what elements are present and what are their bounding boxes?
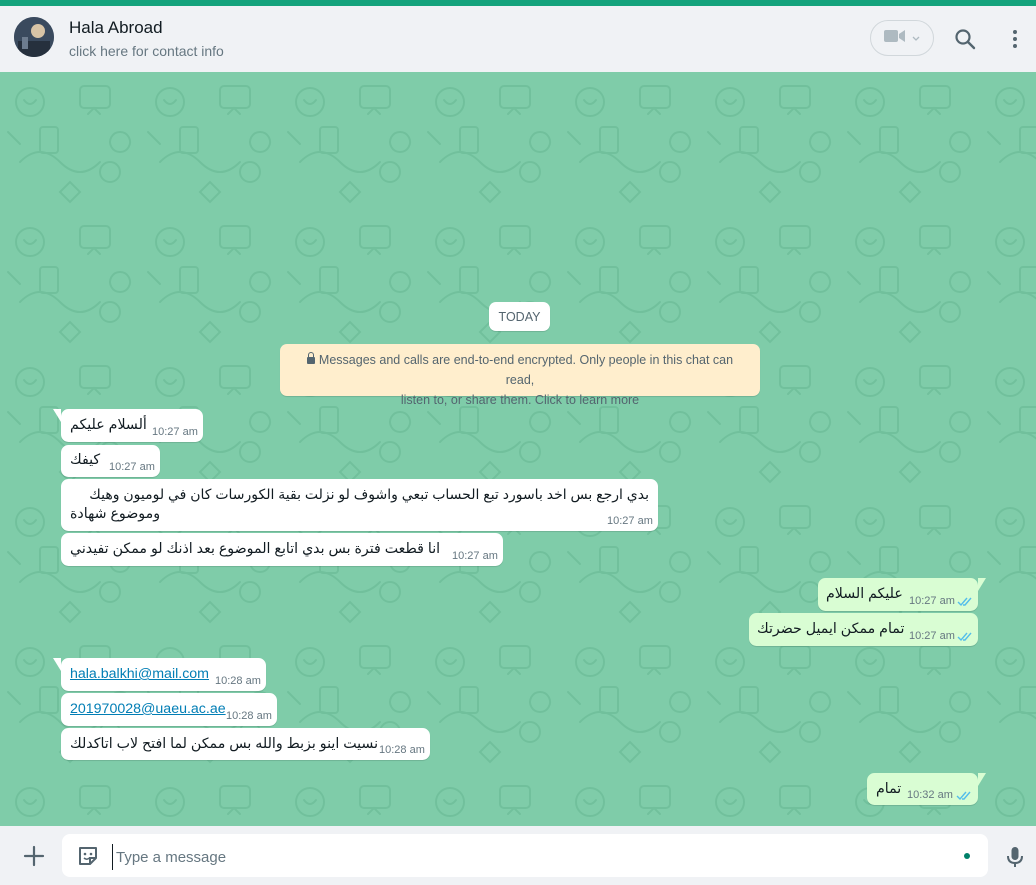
message-text: تمام ممكن ايميل حضرتك (757, 621, 905, 637)
incoming-message[interactable]: hala.balkhi@mail.com 10:28 am (53, 658, 266, 691)
message-time: 10:27 am (152, 426, 198, 438)
incoming-message[interactable]: كيفك 10:27 am (61, 445, 160, 477)
message-time: 10:32 am (907, 789, 953, 801)
bubble-tail (53, 658, 61, 671)
encryption-note-line1: Messages and calls are end-to-end encryp… (318, 353, 734, 387)
message-text: نسيت اينو بزبط والله بس ممكن لما افتح لا… (70, 736, 379, 752)
outgoing-message[interactable]: تمام ممكن ايميل حضرتك 10:27 am (749, 613, 978, 646)
read-receipt-icon (957, 597, 972, 607)
message-text: ألسلام عليكم (70, 417, 147, 433)
contact-name[interactable]: Hala Abroad (69, 18, 163, 38)
message-time: 10:28 am (215, 675, 261, 687)
message-text: انا قطعت فترة بس بدي اتابع الموضوع بعد ا… (70, 541, 441, 557)
email-link[interactable]: hala.balkhi@mail.com (70, 666, 209, 682)
encryption-notice[interactable]: Messages and calls are end-to-end encryp… (280, 344, 760, 407)
outgoing-message[interactable]: عليكم السلام 10:27 am (818, 578, 986, 611)
message-input[interactable] (112, 844, 958, 870)
read-receipt-icon (956, 791, 971, 801)
message-time: 10:27 am (909, 595, 955, 607)
message-time: 10:28 am (379, 744, 425, 756)
composer-bar (0, 826, 1036, 885)
status-dot (964, 853, 970, 859)
email-link[interactable]: 201970028@uaeu.ac.ae (70, 701, 226, 717)
contact-info-hint[interactable]: click here for contact info (69, 43, 224, 59)
message-time: 10:27 am (607, 515, 653, 527)
bubble-tail (978, 578, 986, 591)
video-call-button[interactable] (870, 20, 934, 56)
incoming-message[interactable]: نسيت اينو بزبط والله بس ممكن لما افتح لا… (61, 728, 430, 760)
incoming-message[interactable]: ألسلام عليكم 10:27 am (53, 409, 203, 442)
chat-header: Hala Abroad click here for contact info (0, 6, 1036, 72)
read-receipt-icon (957, 632, 972, 642)
message-text: عليكم السلام (826, 586, 903, 602)
search-icon[interactable] (953, 27, 977, 51)
message-time: 10:27 am (109, 461, 155, 473)
outgoing-message[interactable]: تمام 10:32 am (867, 773, 986, 805)
video-camera-icon (884, 29, 906, 48)
message-time: 10:27 am (909, 630, 955, 642)
sticker-icon[interactable] (76, 844, 100, 868)
message-text-line1: بدي ارجع بس اخد باسورد تبع الحساب تبعي و… (89, 486, 649, 502)
chat-pane[interactable]: TODAY Messages and calls are end-to-end … (0, 72, 1036, 826)
message-time: 10:27 am (452, 550, 498, 562)
plus-icon[interactable] (22, 844, 46, 868)
incoming-message[interactable]: 201970028@uaeu.ac.ae 10:28 am (61, 693, 277, 726)
chevron-down-icon (912, 29, 920, 47)
bubble-tail (53, 409, 61, 422)
message-text: تمام (876, 781, 902, 797)
incoming-message[interactable]: بدي ارجع بس اخد باسورد تبع الحساب تبعي و… (61, 479, 658, 531)
microphone-icon[interactable] (1003, 845, 1027, 869)
encryption-note-line2: listen to, or share them. Click to learn… (400, 393, 640, 407)
message-text: كيفك (70, 452, 101, 468)
incoming-message[interactable]: انا قطعت فترة بس بدي اتابع الموضوع بعد ا… (61, 533, 503, 566)
date-divider: TODAY (489, 302, 550, 331)
lock-icon (306, 352, 315, 364)
avatar[interactable] (14, 17, 54, 57)
message-input-wrapper (62, 834, 988, 877)
more-vertical-icon[interactable] (1005, 27, 1025, 51)
bubble-tail (978, 773, 986, 786)
message-time: 10:28 am (226, 710, 272, 722)
message-text-line2: وموضوع شهادة (70, 506, 161, 522)
